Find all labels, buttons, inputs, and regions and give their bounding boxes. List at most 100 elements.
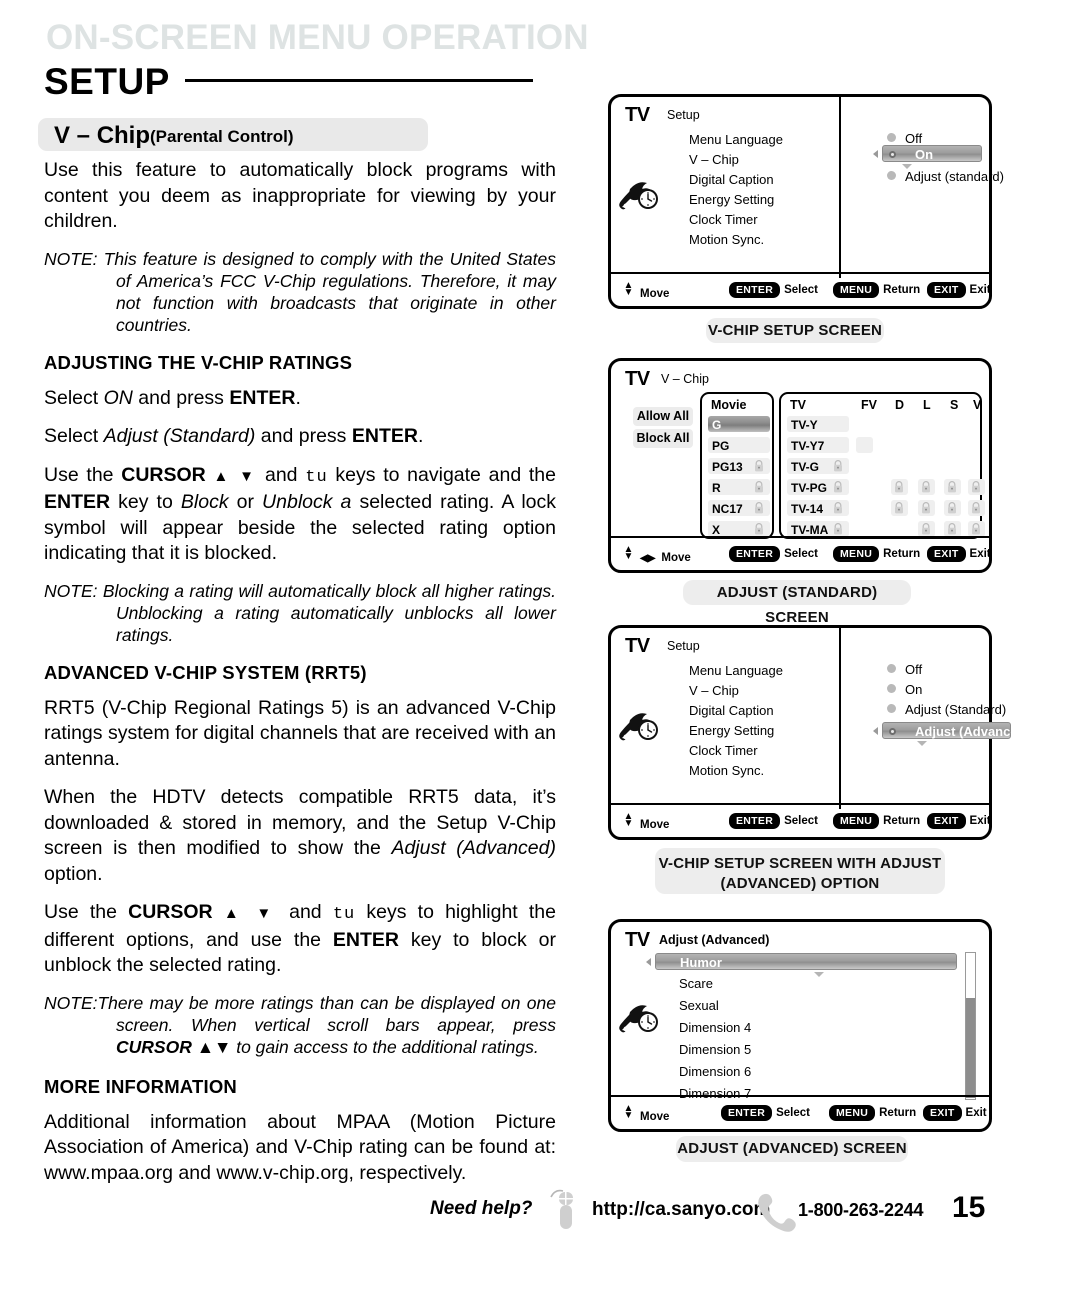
- list-item-dimension-5[interactable]: Dimension 5: [679, 1042, 751, 1057]
- footer-enter[interactable]: ENTER Select: [721, 1105, 810, 1121]
- lock-icon: [895, 481, 903, 493]
- advanced-paragraph-2: When the HDTV detects compatible RRT5 da…: [44, 786, 556, 885]
- need-help-label: Need help?: [430, 1198, 533, 1219]
- note-label: NOTE:: [44, 580, 98, 601]
- tv-rating-tv14-label: TV-14: [791, 502, 824, 516]
- updown-arrows-icon: ▲ ▼: [623, 280, 634, 298]
- option-on-selected[interactable]: On: [882, 145, 982, 162]
- caption-adjust-standard-screen: ADJUST (STANDARD) SCREEN: [683, 580, 911, 626]
- footer-exit[interactable]: EXIT Exit: [927, 546, 991, 562]
- menu-item-motion-sync[interactable]: Motion Sync.: [689, 232, 764, 247]
- menu-key-pill: MENU: [833, 282, 880, 298]
- menu-item-menu-language[interactable]: Menu Language: [689, 663, 783, 678]
- exit-key-pill: EXIT: [927, 546, 966, 562]
- option-adjust-standard[interactable]: Adjust (standard): [887, 169, 1004, 184]
- lock-icon: [895, 502, 903, 514]
- heading-adjusting-ratings: ADJUSTING THE V-CHIP RATINGS: [44, 351, 353, 373]
- advanced-paragraph-3: Use the CURSOR ▲ ▼ and tu keys to highli…: [44, 901, 557, 976]
- note-label: NOTE:: [44, 992, 98, 1013]
- menu-item-energy-setting[interactable]: Energy Setting: [689, 192, 774, 207]
- movie-rating-r-label: R: [712, 481, 721, 495]
- setup-tools-icon: [619, 713, 658, 741]
- menu-item-energy-setting[interactable]: Energy Setting: [689, 723, 774, 738]
- lock-icon: [922, 481, 930, 493]
- footer-menu[interactable]: MENU Return: [829, 1105, 916, 1121]
- option-on[interactable]: On: [887, 682, 922, 697]
- vertical-scrollbar[interactable]: [965, 952, 976, 1100]
- leftright-arrows-icon: ◀▶: [640, 553, 656, 564]
- tv-column-header: TV: [790, 398, 806, 412]
- footer-enter[interactable]: ENTER Select: [729, 813, 818, 829]
- footer-move: ▲ ▼ ◀▶ Move: [623, 544, 691, 565]
- page-header-ghost-title: ON-SCREEN MENU OPERATION: [46, 18, 589, 57]
- note-blocking: NOTE: Blocking a rating will automatical…: [44, 580, 556, 646]
- lock-icon: [972, 502, 980, 514]
- footer-menu[interactable]: MENU Return: [833, 546, 920, 562]
- footer-exit[interactable]: EXIT Exit: [927, 282, 991, 298]
- menu-item-v-chip[interactable]: V – Chip: [689, 683, 739, 698]
- list-item-scare[interactable]: Scare: [679, 976, 713, 991]
- tv-rating-tvy7-fv-cell[interactable]: [856, 437, 873, 453]
- cursor-updown-icon: CURSOR ▲▼: [116, 1036, 232, 1057]
- note-text: This feature is designed to comply with …: [103, 248, 556, 335]
- enter-key-pill: ENTER: [729, 813, 781, 829]
- left-caret-icon: [873, 150, 878, 158]
- support-url[interactable]: http://ca.sanyo.com: [592, 1199, 770, 1221]
- footer-enter[interactable]: ENTER Select: [729, 546, 818, 562]
- manual-page: ON-SCREEN MENU OPERATION SETUP V – Chip …: [0, 0, 1080, 1311]
- step-cursor-navigate: Use the CURSOR ▲ ▼ and tu keys to naviga…: [44, 463, 556, 565]
- button-allow-all[interactable]: Allow All: [633, 407, 693, 426]
- screen-footer-bar: ▲ ▼ Move ENTER Select MENU Return EXIT Exit: [611, 272, 991, 306]
- option-off[interactable]: Off: [887, 131, 922, 146]
- enter-key-pill: ENTER: [729, 546, 781, 562]
- lock-icon: [834, 460, 842, 472]
- note-text: There may be more ratings than can be di…: [97, 992, 556, 1035]
- menu-item-digital-caption[interactable]: Digital Caption: [689, 172, 774, 187]
- footer-menu[interactable]: MENU Return: [833, 813, 920, 829]
- radio-icon: [887, 133, 896, 142]
- updown-arrows-icon: ▲ ▼: [623, 544, 634, 562]
- lock-icon: [922, 523, 930, 535]
- option-adjust-advanced-selected[interactable]: Adjust (Advanced): [882, 722, 1030, 739]
- note-text: Blocking a rating will automatically blo…: [102, 580, 556, 645]
- cursor-leftright-icon: tu: [332, 905, 356, 924]
- radio-icon-selected: [889, 728, 896, 735]
- menu-item-motion-sync[interactable]: Motion Sync.: [689, 763, 764, 778]
- button-block-all[interactable]: Block All: [633, 429, 693, 448]
- footer-enter[interactable]: ENTER Select: [729, 282, 818, 298]
- footer-menu[interactable]: MENU Return: [833, 282, 920, 298]
- menu-item-clock-timer[interactable]: Clock Timer: [689, 212, 758, 227]
- footer-exit[interactable]: EXIT Exit: [927, 813, 991, 829]
- screen-adjust-standard: TV V – Chip Allow All Block All Movie G …: [608, 358, 992, 573]
- list-item-sexual[interactable]: Sexual: [679, 998, 719, 1013]
- screen-title: Adjust (Advanced): [659, 933, 770, 947]
- menu-item-clock-timer[interactable]: Clock Timer: [689, 743, 758, 758]
- list-item-dimension-6[interactable]: Dimension 6: [679, 1064, 751, 1079]
- tv-logo: TV: [625, 929, 650, 951]
- footer-exit[interactable]: EXIT Exit: [923, 1105, 987, 1121]
- lock-icon: [834, 523, 842, 535]
- left-caret-icon: [646, 958, 651, 966]
- setup-tools-icon: [619, 1005, 658, 1033]
- list-item-dimension-4[interactable]: Dimension 4: [679, 1020, 751, 1035]
- menu-item-digital-caption[interactable]: Digital Caption: [689, 703, 774, 718]
- cursor-updown-icon: ▲ ▼: [213, 467, 258, 485]
- scrollbar-thumb[interactable]: [966, 998, 975, 1098]
- movie-rating-pg13-label: PG13: [712, 460, 743, 474]
- option-off[interactable]: Off: [887, 662, 922, 677]
- tv-logo: TV: [625, 368, 650, 390]
- radio-icon: [887, 171, 896, 180]
- note-fcc: NOTE: This feature is designed to comply…: [44, 248, 556, 336]
- movie-rating-g-label: G: [712, 418, 722, 432]
- lock-icon: [922, 502, 930, 514]
- menu-key-pill: MENU: [833, 546, 880, 562]
- menu-item-v-chip[interactable]: V – Chip: [689, 152, 739, 167]
- menu-item-menu-language[interactable]: Menu Language: [689, 132, 783, 147]
- down-caret-icon: [917, 741, 927, 746]
- option-adjust-standard[interactable]: Adjust (Standard): [887, 702, 1006, 717]
- list-item-humor-selected[interactable]: Humor: [655, 953, 957, 970]
- movie-rating-x-label: X: [712, 523, 721, 537]
- lock-icon: [948, 523, 956, 535]
- step-select-on: Select ON and press ENTER.: [44, 386, 301, 409]
- title-rule: [185, 78, 534, 82]
